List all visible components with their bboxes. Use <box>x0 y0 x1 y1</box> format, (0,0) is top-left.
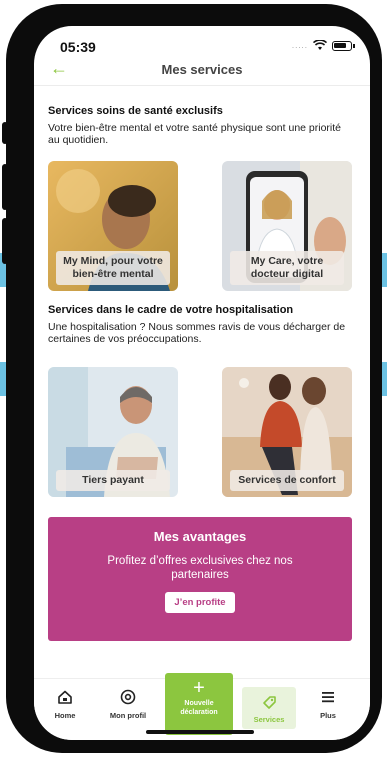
profile-icon <box>120 689 136 705</box>
promo-cta-button[interactable]: J’en profite <box>165 592 235 613</box>
phone-volume-up <box>2 164 8 210</box>
status-time: 05:39 <box>60 39 96 55</box>
card-label-confort: Services de confort <box>230 470 344 491</box>
section-title-health: Services soins de santé exclusifs <box>48 105 223 117</box>
promo-text: Profitez d’offres exclusives chez nos pa… <box>107 555 293 581</box>
home-indicator <box>146 730 254 734</box>
tab-profile[interactable]: Mon profil <box>100 689 156 720</box>
tab-more-label: Plus <box>320 711 336 720</box>
tab-services[interactable]: Services <box>242 687 296 729</box>
phone-frame: 05:39 ..... ← Mes services Services soin… <box>2 4 382 753</box>
page-title: Mes services <box>161 62 243 77</box>
tab-new-declaration[interactable]: + Nouvelle déclaration <box>165 673 233 735</box>
app-header: ← Mes services <box>34 56 370 86</box>
service-card-my-care[interactable]: My Care, votre docteur digital <box>222 161 352 291</box>
service-card-tiers-payant[interactable]: Tiers payant <box>48 367 178 497</box>
bottom-tab-bar: Home Mon profil + Nouvelle déclaration S… <box>34 673 370 740</box>
tab-more[interactable]: Plus <box>300 689 356 720</box>
tab-new-declaration-label: Nouvelle déclaration <box>180 700 218 716</box>
promo-banner: Mes avantages Profitez d’offres exclusiv… <box>48 517 352 641</box>
section-desc-hospital: Une hospitalisation ? Nous sommes ravis … <box>48 321 346 345</box>
wifi-icon <box>313 40 327 50</box>
phone-volume-down <box>2 218 8 264</box>
promo-title: Mes avantages <box>153 529 247 544</box>
tab-home[interactable]: Home <box>37 689 93 720</box>
app-screen: 05:39 ..... ← Mes services Services soin… <box>34 26 370 740</box>
service-card-my-mind[interactable]: My Mind, pour votre bien-être mental <box>48 161 178 291</box>
section-desc-health: Votre bien-être mental et votre santé ph… <box>48 122 342 146</box>
card-label-tiers-payant: Tiers payant <box>56 470 170 491</box>
service-card-confort[interactable]: Services de confort <box>222 367 352 497</box>
status-icons: ..... <box>291 40 355 51</box>
tab-services-label: Services <box>253 715 285 724</box>
card-label-my-mind: My Mind, pour votre bien-être mental <box>56 251 170 285</box>
tag-icon <box>263 696 276 709</box>
menu-icon <box>322 692 334 703</box>
card-label-my-care: My Care, votre docteur digital <box>230 251 344 285</box>
tab-profile-label: Mon profil <box>109 711 147 720</box>
section-title-hospital: Services dans le cadre de votre hospital… <box>48 304 294 316</box>
home-icon <box>58 690 72 704</box>
plus-icon: + <box>193 677 205 699</box>
battery-icon <box>332 40 355 51</box>
phone-mute-switch <box>2 122 8 144</box>
signal-icon: ..... <box>291 41 308 50</box>
tab-home-label: Home <box>54 711 76 720</box>
